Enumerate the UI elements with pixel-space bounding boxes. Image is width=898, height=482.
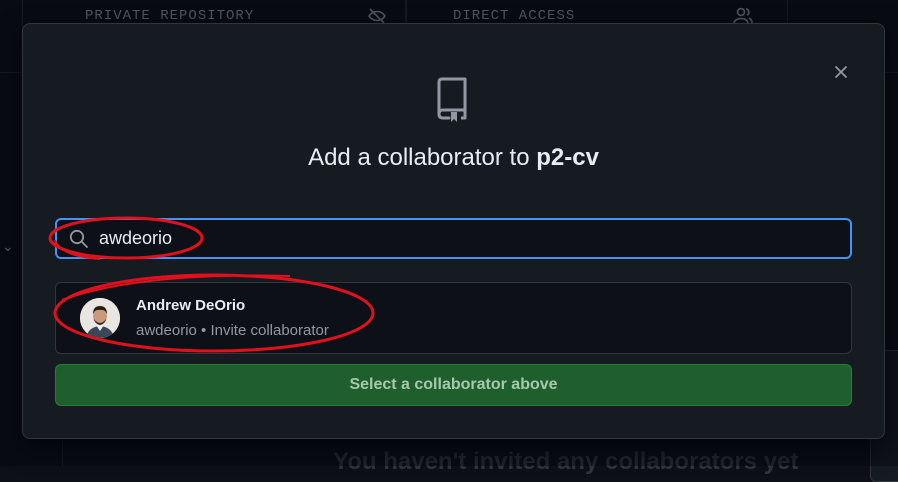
select-collaborator-button[interactable]: Select a collaborator above xyxy=(55,364,852,406)
collaborator-subtitle: awdeorio • Invite collaborator xyxy=(136,322,329,339)
search-icon xyxy=(69,229,88,248)
avatar xyxy=(80,298,120,338)
add-collaborator-dialog: Add a collaborator to p2-cv Andrew DeOri… xyxy=(22,23,885,439)
close-icon xyxy=(835,66,847,78)
close-button[interactable] xyxy=(829,60,853,84)
user-photo xyxy=(80,298,120,338)
dialog-title: Add a collaborator to p2-cv xyxy=(23,144,884,172)
collaborator-result[interactable]: Andrew DeOrio awdeorio • Invite collabor… xyxy=(55,282,852,354)
repo-name: p2-cv xyxy=(536,144,599,171)
search-input[interactable] xyxy=(99,220,839,257)
repo-icon xyxy=(437,77,467,122)
dialog-title-prefix: Add a collaborator to xyxy=(308,144,537,171)
search-field[interactable] xyxy=(55,218,852,259)
collaborator-name: Andrew DeOrio xyxy=(136,297,246,314)
